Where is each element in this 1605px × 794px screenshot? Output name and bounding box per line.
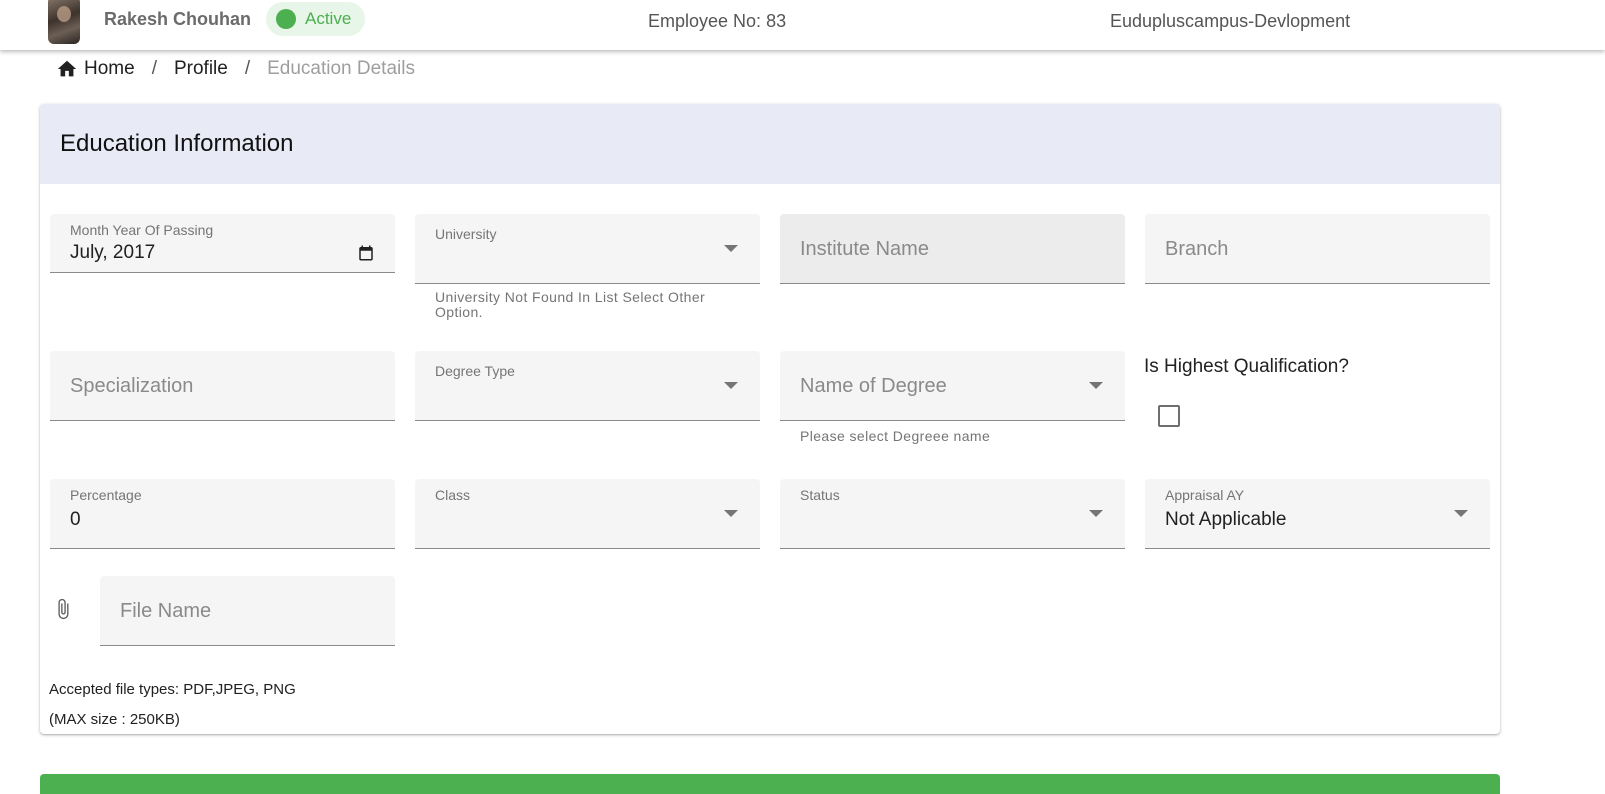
attachment-icon[interactable] [52,594,74,624]
submit-bar[interactable] [40,774,1500,794]
institute-name-placeholder: Institute Name [800,238,929,260]
breadcrumb-current: Education Details [267,58,415,79]
avatar-face [57,6,71,22]
percentage-input[interactable]: Percentage 0 [50,479,395,549]
organization-name: Eudupluscampus-Devlopment [1110,11,1351,31]
month-year-label: Month Year Of Passing [70,222,214,238]
appraisal-ay-label: Appraisal AY [1165,487,1245,503]
breadcrumb: Home / Profile / Education Details [56,58,415,80]
specialization-placeholder: Specialization [70,375,194,397]
class-label: Class [435,487,471,503]
employee-number-value: 83 [766,11,787,31]
specialization-input[interactable]: Specialization [50,351,395,421]
degree-name-hint: Please select Degreee name [800,428,991,444]
home-icon[interactable] [56,58,78,80]
chevron-down-icon [1454,510,1468,517]
employee-number-label: Employee No: [648,11,762,31]
university-hint: University Not Found In List Select Othe… [435,289,706,320]
file-name-placeholder: File Name [120,600,212,622]
branch-input[interactable]: Branch [1145,214,1490,284]
status-chip: Active [266,2,366,36]
status-dot-icon [276,9,296,29]
breadcrumb-separator: / [151,58,157,79]
degree-name-placeholder: Name of Degree [800,375,947,397]
degree-name-select[interactable]: Name of Degree [780,351,1125,421]
chevron-down-icon [724,382,738,389]
employee-number: Employee No: 83 [648,11,786,32]
breadcrumb-home[interactable]: Home [84,58,135,80]
status-label: Status [800,487,840,503]
chevron-down-icon [724,510,738,517]
month-year-value: July, 2017 [70,242,156,263]
user-avatar[interactable] [48,0,80,44]
status-select[interactable]: Status [780,479,1125,549]
breadcrumb-separator: / [244,58,251,79]
institute-name-input[interactable]: Institute Name [780,214,1125,284]
highest-qualification-checkbox[interactable] [1158,405,1180,427]
branch-placeholder: Branch [1165,238,1229,260]
chevron-down-icon [1089,510,1103,517]
file-name-input[interactable]: File Name [100,576,395,646]
user-name: Rakesh Chouhan [104,9,252,29]
accepted-file-types: Accepted file types: PDF,JPEG, PNG [49,681,296,698]
status-text: Active [305,9,352,28]
appraisal-ay-select[interactable]: Appraisal AY Not Applicable [1145,479,1490,549]
degree-type-label: Degree Type [435,363,515,379]
chevron-down-icon [724,245,738,252]
highest-qualification-label: Is Highest Qualification? [1144,356,1349,377]
education-card: Education Information Month Year Of Pass… [40,104,1500,734]
percentage-label: Percentage [70,487,142,503]
month-year-field[interactable]: Month Year Of Passing July, 2017 [50,214,395,273]
university-label: University [435,226,497,242]
chevron-down-icon [1089,382,1103,389]
degree-type-select[interactable]: Degree Type [415,351,760,421]
top-bar: Rakesh Chouhan Active Employee No: 83 Eu… [0,0,1605,50]
calendar-icon[interactable] [357,244,375,262]
card-title: Education Information [60,130,294,157]
university-select[interactable]: University [415,214,760,284]
max-file-size: (MAX size : 250KB) [49,711,180,728]
class-select[interactable]: Class [415,479,760,549]
breadcrumb-profile[interactable]: Profile [174,58,228,80]
appraisal-ay-value: Not Applicable [1165,509,1287,530]
card-header: Education Information [40,104,1500,184]
percentage-value: 0 [70,509,81,530]
